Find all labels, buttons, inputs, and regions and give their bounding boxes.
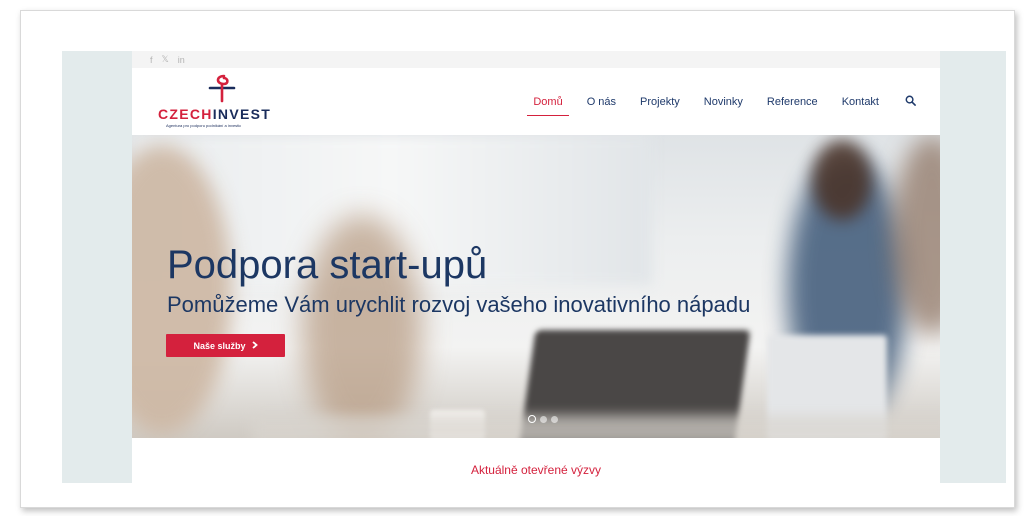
nav-item-kontakt[interactable]: Kontakt (842, 96, 879, 114)
nav-item-projekty[interactable]: Projekty (640, 96, 680, 114)
nav-item-o-nas[interactable]: O nás (587, 96, 616, 114)
twitter-icon[interactable]: 𝕏 (162, 54, 169, 65)
hero-slider: Podpora start-upů Pomůžeme Vám urychlit … (132, 135, 940, 438)
hero-photo-hair (812, 140, 872, 220)
hero-photo-table (252, 415, 940, 438)
logo-wordmark: CZECHINVEST (158, 106, 271, 122)
main-nav: Domů O nás Projekty Novinky Reference Ko… (509, 93, 916, 117)
social-topbar: f 𝕏 in (132, 51, 940, 68)
page-background-right (940, 51, 1006, 483)
page-background-left (62, 51, 132, 483)
logo-tagline: Agentura pro podporu podnikání a investi… (166, 123, 242, 128)
czechinvest-logo[interactable]: CZECHINVEST Agentura pro podporu podniká… (158, 74, 288, 130)
nav-item-reference[interactable]: Reference (767, 96, 818, 114)
hero-subtitle: Pomůžeme Vám urychlit rozvoj vašeho inov… (167, 292, 751, 317)
services-button[interactable]: Naše služby (166, 334, 285, 357)
slider-dot-3[interactable] (551, 415, 558, 423)
hero-title: Podpora start-upů (167, 243, 488, 287)
linkedin-icon[interactable]: in (178, 55, 185, 65)
logo-invest: INVEST (212, 106, 272, 122)
website: f 𝕏 in CZECHINVEST Agentura pro podporu … (132, 51, 940, 483)
logo-mark-icon (208, 74, 236, 103)
section-title: Aktuálně otevřené výzvy (470, 463, 602, 477)
facebook-icon[interactable]: f (150, 55, 153, 65)
nav-item-domu[interactable]: Domů (527, 96, 570, 116)
services-button-label: Naše služby (193, 340, 246, 351)
site-header: CZECHINVEST Agentura pro podporu podniká… (132, 68, 940, 135)
slider-dot-2[interactable] (540, 415, 547, 423)
slider-dot-1[interactable] (528, 415, 536, 423)
chevron-right-icon (251, 340, 258, 351)
slider-dots (528, 415, 558, 423)
logo-czech: CZECH (158, 106, 213, 122)
search-icon[interactable] (905, 93, 916, 117)
nav-item-novinky[interactable]: Novinky (704, 96, 743, 114)
